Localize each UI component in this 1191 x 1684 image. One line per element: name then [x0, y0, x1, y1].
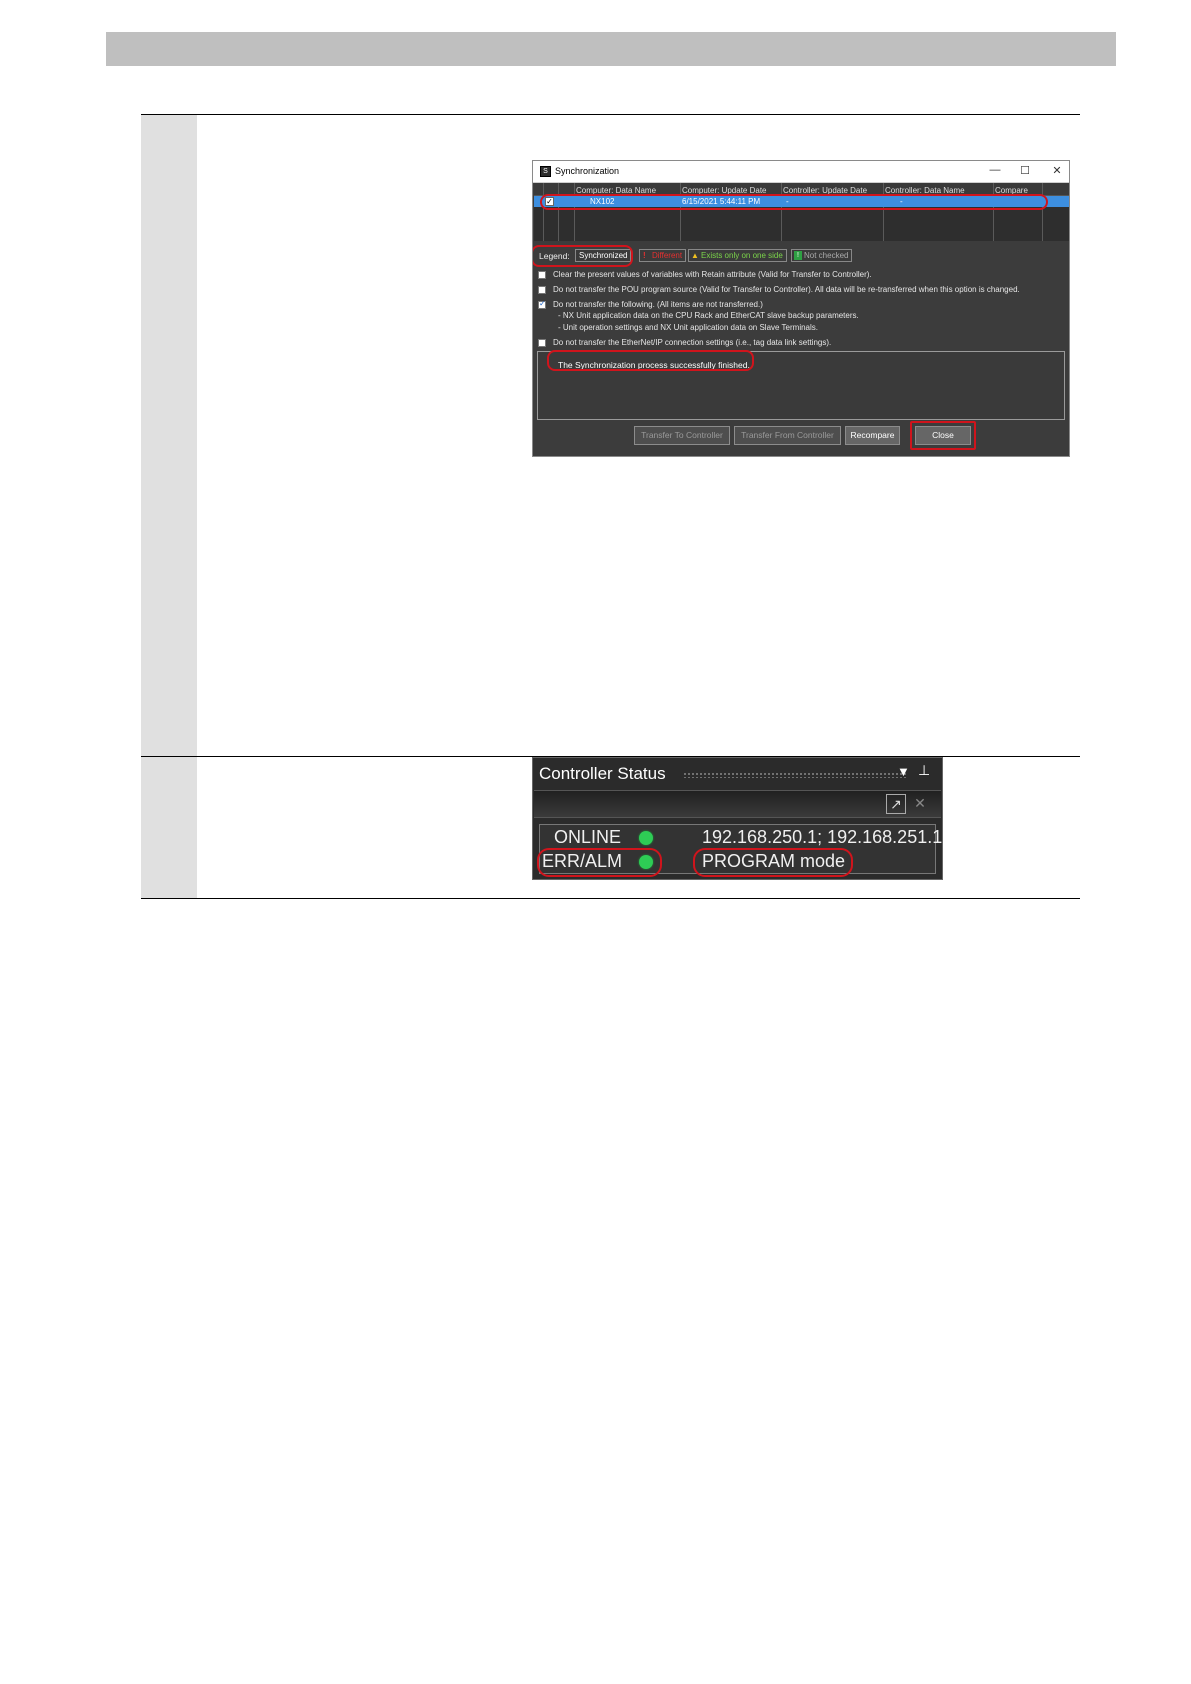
transfer-from-controller-button[interactable]: Transfer From Controller [734, 426, 841, 445]
panel-title: Controller Status [539, 764, 666, 783]
cell-controller-data-name: - [900, 197, 903, 206]
option-sub-item: - Unit operation settings and NX Unit ap… [558, 323, 818, 332]
transfer-to-controller-button[interactable]: Transfer To Controller [634, 426, 730, 445]
grid-divider [574, 183, 575, 241]
option-label: Clear the present values of variables wi… [553, 270, 872, 279]
mode-value: PROGRAM mode [702, 851, 846, 871]
popout-icon[interactable]: ↗ [886, 794, 906, 814]
titlebar: S Synchronization — ☐ ✕ [533, 161, 1069, 183]
legend-different: ! Different [639, 249, 687, 262]
option-label: Do not transfer the EtherNet/IP connecti… [553, 338, 832, 347]
option-label: Do not transfer the following. (All item… [553, 300, 763, 309]
table-row[interactable]: ✓ NX102 6/15/2021 5:44:11 PM - - [534, 196, 1069, 207]
grid-divider [1042, 183, 1043, 241]
online-label: ONLINE [554, 827, 622, 847]
option-label: Do not transfer the POU program source (… [553, 285, 1020, 294]
legend-not-checked-label: Not checked [804, 251, 849, 260]
legend-not-checked: ! Not checked [791, 249, 853, 262]
app-icon: S [540, 166, 551, 177]
sync-grid: Computer: Data Name Computer: Update Dat… [534, 183, 1069, 241]
caution-icon: ▲ [691, 251, 699, 260]
option-checkbox[interactable] [538, 286, 546, 294]
option-checkbox[interactable] [538, 271, 546, 279]
option-checkbox[interactable] [538, 339, 546, 347]
col-computer-update-date[interactable]: Computer: Update Date [682, 186, 767, 195]
grid-divider [781, 183, 782, 241]
col-controller-data-name[interactable]: Controller: Data Name [885, 186, 965, 195]
option-no-ethernetip[interactable]: Do not transfer the EtherNet/IP connecti… [538, 337, 1068, 349]
grid-divider [993, 183, 994, 241]
col-computer-data-name[interactable]: Computer: Data Name [576, 186, 656, 195]
col-compare[interactable]: Compare [995, 186, 1028, 195]
grid-header: Computer: Data Name Computer: Update Dat… [534, 183, 1069, 196]
option-clear-retain[interactable]: Clear the present values of variables wi… [538, 269, 1068, 281]
synchronization-window: S Synchronization — ☐ ✕ Computer: Data N… [532, 160, 1070, 457]
legend: Legend: Synchronized ! Different ▲ Exist… [538, 249, 1068, 263]
grid-divider [883, 183, 884, 241]
grid-divider [680, 183, 681, 241]
info-icon: ! [794, 251, 802, 260]
recompare-button[interactable]: Recompare [845, 426, 900, 445]
status-message: The Synchronization process successfully… [558, 360, 750, 370]
table-top-rule [141, 114, 1080, 115]
message-area: The Synchronization process successfully… [537, 351, 1065, 420]
err-alm-label: ERR/ALM [542, 851, 623, 871]
dropdown-icon[interactable]: ▼ [897, 764, 910, 779]
panel-toolbar: ↗ ✕ [534, 790, 941, 818]
cell-computer-update-date: 6/15/2021 5:44:11 PM [682, 197, 761, 206]
close-icon[interactable]: ✕ [910, 794, 930, 814]
step-column-1 [141, 115, 197, 756]
warning-icon: ! [643, 251, 646, 260]
cell-controller-update-date: - [786, 197, 789, 206]
grid-divider [558, 183, 559, 241]
row-checkbox[interactable]: ✓ [545, 197, 554, 206]
close-icon[interactable]: ✕ [1047, 164, 1067, 177]
legend-exists-one-side: ▲ Exists only on one side [688, 249, 787, 262]
online-indicator [639, 831, 653, 845]
close-button[interactable]: Close [915, 426, 971, 445]
err-alm-indicator [639, 855, 653, 869]
window-title: Synchronization [555, 166, 620, 176]
cell-computer-data-name: NX102 [590, 197, 615, 206]
option-sub-item: - NX Unit application data on the CPU Ra… [558, 311, 859, 320]
legend-label: Legend: [539, 251, 570, 261]
legend-different-label: Different [652, 251, 683, 260]
header-band [106, 32, 1116, 66]
controller-status-panel: Controller Status ▼ ⊥ ↗ ✕ ONLINE 192.168… [532, 757, 943, 880]
ip-address: 192.168.250.1; 192.168.251.1 [702, 827, 943, 847]
option-no-transfer-following[interactable]: Do not transfer the following. (All item… [538, 299, 1068, 311]
col-controller-update-date[interactable]: Controller: Update Date [783, 186, 867, 195]
panel-grip [683, 772, 908, 778]
table-bottom-rule [141, 898, 1080, 899]
option-no-pou-source[interactable]: Do not transfer the POU program source (… [538, 284, 1068, 296]
status-body: ONLINE 192.168.250.1; 192.168.251.1 ERR/… [539, 824, 942, 874]
pin-icon[interactable]: ⊥ [918, 762, 930, 779]
legend-synchronized: Synchronized [575, 249, 632, 262]
option-checkbox[interactable] [538, 299, 546, 309]
step-column-2 [141, 757, 197, 898]
legend-exists-one-side-label: Exists only on one side [701, 251, 783, 260]
minimize-icon[interactable]: — [985, 164, 1005, 176]
maximize-icon[interactable]: ☐ [1015, 164, 1035, 177]
grid-divider [543, 183, 544, 241]
